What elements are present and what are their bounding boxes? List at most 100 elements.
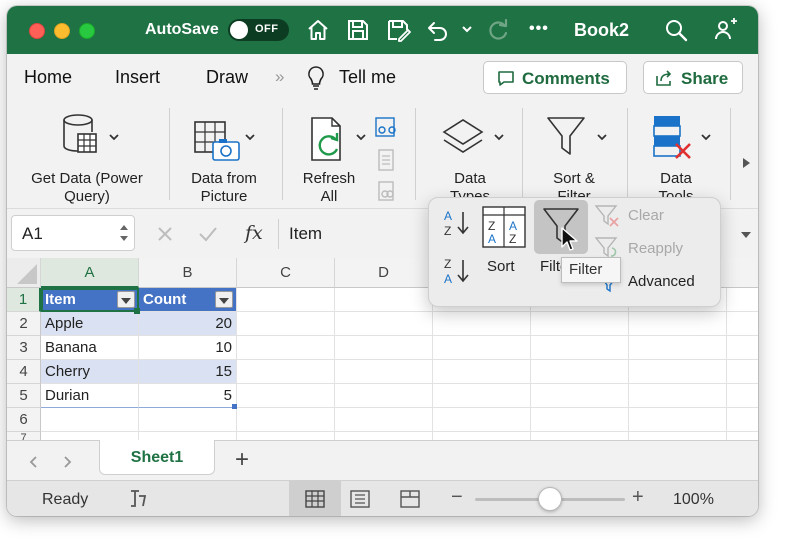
- name-box[interactable]: A1: [11, 215, 135, 251]
- sort-z-to-a-icon[interactable]: ZA: [441, 256, 471, 286]
- custom-sort-icon[interactable]: ZAAZ: [482, 206, 526, 248]
- share-person-icon[interactable]: [713, 17, 739, 43]
- table-cell[interactable]: 10: [139, 336, 237, 360]
- ribbon-divider: [522, 108, 523, 200]
- lightbulb-icon: [308, 66, 324, 90]
- comment-icon: [498, 71, 514, 86]
- share-button[interactable]: Share: [643, 61, 743, 94]
- table-cell[interactable]: Cherry: [41, 360, 139, 384]
- fill-handle[interactable]: [134, 308, 140, 314]
- save-as-icon[interactable]: [385, 17, 411, 43]
- column-header-d[interactable]: D: [335, 258, 433, 288]
- svg-text:Z: Z: [444, 257, 451, 271]
- svg-text:A: A: [488, 232, 496, 246]
- advanced-label[interactable]: Advanced: [628, 273, 695, 290]
- table-cell[interactable]: 20: [139, 312, 237, 336]
- row-header-2[interactable]: 2: [7, 312, 41, 336]
- chevron-down-icon[interactable]: [108, 132, 120, 142]
- data-types-icon[interactable]: [438, 114, 488, 160]
- home-icon[interactable]: [305, 17, 331, 43]
- row-header-3[interactable]: 3: [7, 336, 41, 360]
- toggle-knob: [230, 21, 248, 39]
- table-resize-handle[interactable]: [232, 404, 237, 409]
- add-sheet-button[interactable]: +: [235, 446, 249, 474]
- get-data-label: Get Data (Power Query): [31, 170, 143, 205]
- undo-icon[interactable]: [425, 17, 451, 43]
- normal-view-button[interactable]: [289, 481, 341, 516]
- row-header-7[interactable]: 7: [7, 432, 41, 440]
- zoom-slider-knob[interactable]: [538, 487, 562, 511]
- filter-dropdown-button[interactable]: [215, 291, 233, 308]
- comments-label: Comments: [522, 69, 610, 88]
- expand-formula-icon[interactable]: [740, 230, 752, 240]
- sheet-tab-sheet1[interactable]: Sheet1: [99, 440, 215, 475]
- status-bar: Ready − + 100%: [7, 480, 758, 516]
- table-header-item[interactable]: Item: [41, 288, 139, 312]
- queries-connections-icon[interactable]: [374, 116, 400, 140]
- chevron-down-icon[interactable]: [596, 132, 608, 142]
- tabs-overflow-icon[interactable]: »: [275, 67, 284, 87]
- picture-table-icon[interactable]: [193, 120, 241, 162]
- insert-function-icon[interactable]: fx: [245, 222, 263, 244]
- row-header-6[interactable]: 6: [7, 408, 41, 432]
- row-header-5[interactable]: 5: [7, 384, 41, 408]
- zoom-window-button[interactable]: [79, 23, 95, 39]
- data-tools-icon[interactable]: [650, 114, 698, 162]
- accessibility-icon[interactable]: [127, 488, 151, 510]
- zoom-level[interactable]: 100%: [673, 491, 714, 509]
- table-cell[interactable]: 5: [139, 384, 237, 408]
- svg-text:Z: Z: [444, 224, 451, 238]
- scroll-left-icon[interactable]: [28, 455, 38, 469]
- column-header-a[interactable]: A: [41, 258, 139, 288]
- autosave-toggle[interactable]: OFF: [228, 19, 289, 41]
- zoom-in-icon[interactable]: +: [632, 486, 644, 509]
- table-cell[interactable]: Banana: [41, 336, 139, 360]
- refresh-all-label: Refresh All: [302, 170, 356, 205]
- sort-a-to-z-icon[interactable]: AZ: [441, 208, 471, 238]
- select-all-corner[interactable]: [7, 258, 41, 288]
- more-commands-icon[interactable]: •••: [529, 20, 549, 38]
- tell-me-search[interactable]: Tell me: [339, 67, 396, 88]
- search-icon[interactable]: [663, 17, 689, 43]
- edit-links-icon: [378, 181, 394, 201]
- database-table-icon[interactable]: [58, 112, 102, 160]
- comments-button[interactable]: Comments: [483, 61, 627, 94]
- page-break-icon[interactable]: [399, 490, 421, 508]
- stepper-arrows-icon[interactable]: [119, 222, 129, 244]
- scroll-right-icon[interactable]: [63, 455, 73, 469]
- tab-home[interactable]: Home: [24, 67, 72, 88]
- minimize-window-button[interactable]: [54, 23, 70, 39]
- close-window-button[interactable]: [29, 23, 45, 39]
- autosave-label: AutoSave: [145, 21, 219, 38]
- row-header-1[interactable]: 1: [7, 288, 41, 312]
- column-header-c[interactable]: C: [237, 258, 335, 288]
- undo-dropdown-icon[interactable]: [460, 22, 474, 36]
- funnel-icon[interactable]: [544, 114, 588, 160]
- page-layout-icon[interactable]: [349, 490, 371, 508]
- refresh-all-icon[interactable]: [306, 116, 352, 164]
- zoom-out-icon[interactable]: −: [451, 486, 463, 509]
- formula-content[interactable]: Item: [289, 224, 322, 244]
- table-cell[interactable]: Apple: [41, 312, 139, 336]
- ribbon-data: Get Data (Power Query) Data from Picture R…: [7, 100, 758, 208]
- share-label: Share: [681, 69, 729, 88]
- table-cell[interactable]: 15: [139, 360, 237, 384]
- row-header-4[interactable]: 4: [7, 360, 41, 384]
- chevron-down-icon[interactable]: [244, 132, 256, 142]
- tab-draw[interactable]: Draw: [206, 67, 248, 88]
- chevron-down-icon[interactable]: [493, 132, 505, 142]
- share-icon: [656, 70, 672, 86]
- table-cell[interactable]: Durian: [41, 384, 139, 408]
- sort-label: Sort: [487, 258, 515, 275]
- table-header-count[interactable]: Count: [139, 288, 237, 312]
- status-ready: Ready: [42, 491, 89, 508]
- redo-icon[interactable]: [485, 17, 511, 43]
- filter-dropdown-button[interactable]: [117, 291, 135, 308]
- chevron-down-icon[interactable]: [355, 132, 367, 142]
- column-header-b[interactable]: B: [139, 258, 237, 288]
- chevron-down-icon[interactable]: [700, 132, 712, 142]
- tab-insert[interactable]: Insert: [115, 67, 160, 88]
- save-icon[interactable]: [345, 17, 371, 43]
- formula-divider: [278, 219, 279, 249]
- ribbon-scroll-right-icon[interactable]: [740, 156, 752, 170]
